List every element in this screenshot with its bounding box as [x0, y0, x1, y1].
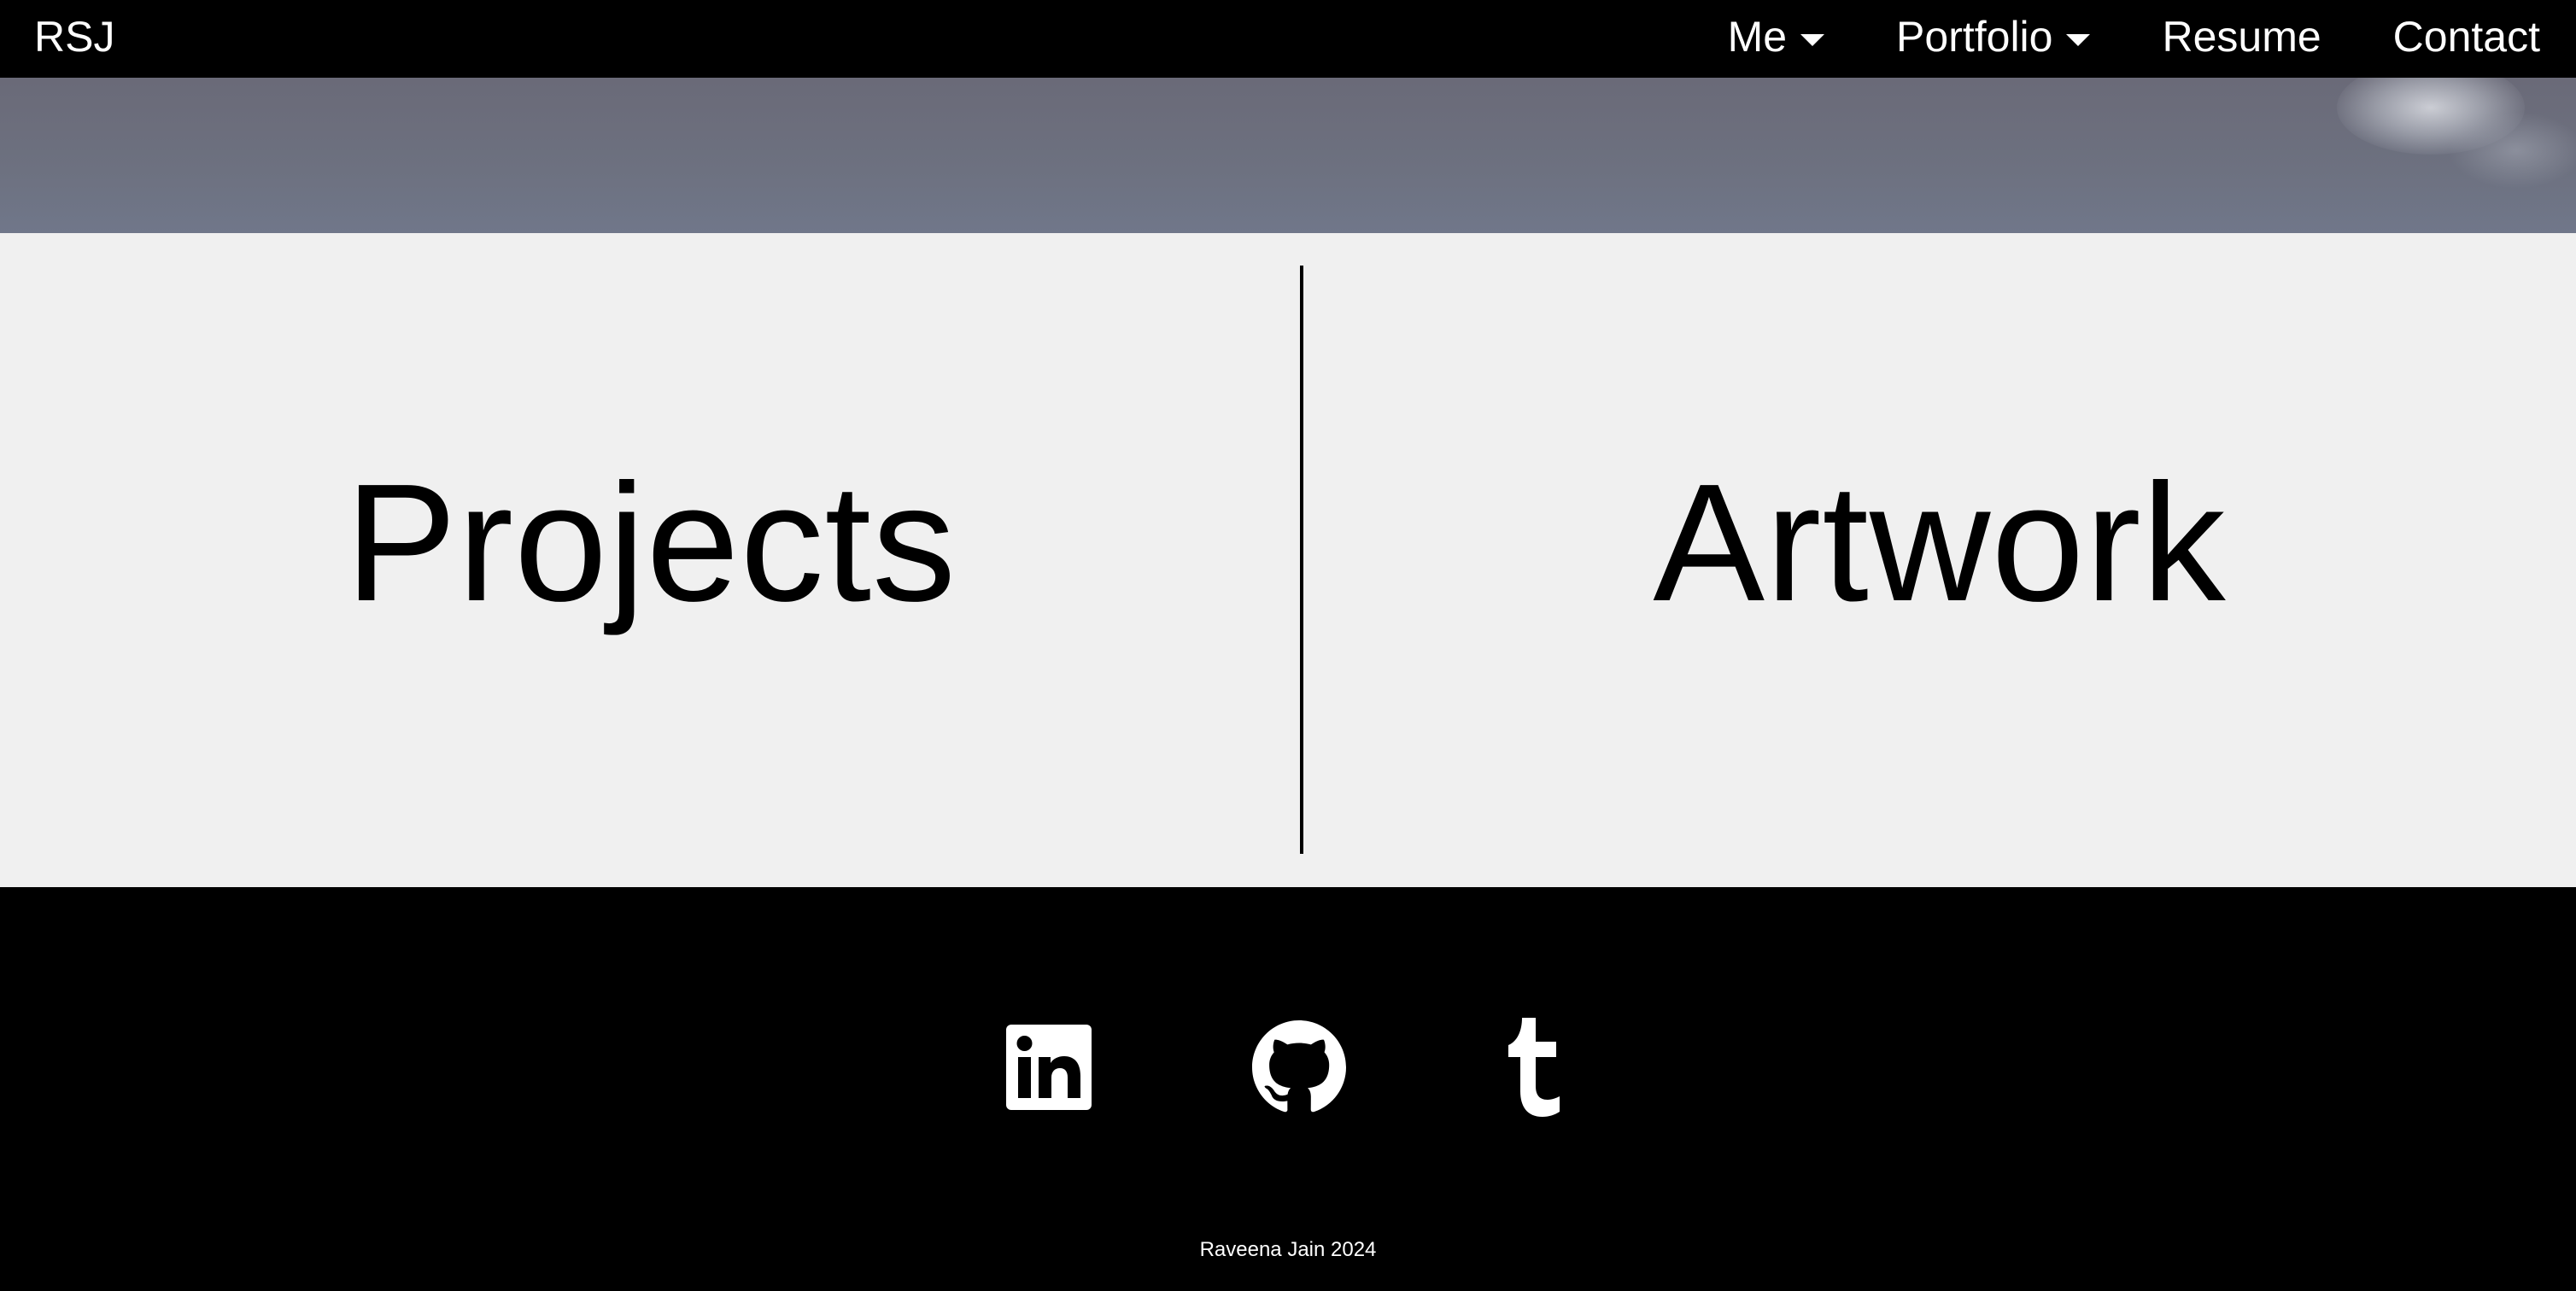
top-navbar: RSJ Me Portfolio Resume Contact: [0, 0, 2576, 78]
projects-label: Projects: [344, 449, 957, 636]
hero-banner-image: [0, 78, 2576, 233]
github-link[interactable]: [1252, 1016, 1346, 1119]
nav-item-resume[interactable]: Resume: [2162, 7, 2321, 67]
nav-links: Me Portfolio Resume Contact: [1728, 7, 2540, 67]
brand-logo-link[interactable]: RSJ: [34, 7, 114, 67]
nav-item-portfolio-label: Portfolio: [1896, 13, 2053, 61]
nav-item-contact-label: Contact: [2392, 13, 2540, 61]
chevron-down-icon: [2066, 34, 2091, 46]
artwork-label: Artwork: [1653, 449, 2227, 636]
footer: Raveena Jain 2024: [0, 887, 2576, 1291]
nav-item-resume-label: Resume: [2162, 13, 2321, 61]
nav-item-me-label: Me: [1727, 13, 1788, 61]
github-icon: [1252, 1020, 1346, 1113]
nav-item-me[interactable]: Me: [1727, 7, 1825, 67]
tumblr-link[interactable]: [1503, 1016, 1563, 1119]
artwork-link[interactable]: Artwork: [1303, 233, 2576, 887]
tumblr-icon: [1508, 1018, 1560, 1117]
copyright-text: Raveena Jain 2024: [1199, 1238, 1377, 1261]
projects-link[interactable]: Projects: [0, 233, 1302, 887]
chevron-down-icon: [1800, 34, 1825, 46]
portfolio-split-section: Projects Artwork: [0, 233, 2576, 887]
linkedin-icon: [1006, 1025, 1092, 1110]
nav-item-portfolio[interactable]: Portfolio: [1896, 7, 2091, 67]
nav-item-contact[interactable]: Contact: [2393, 7, 2540, 67]
social-links: [0, 1016, 2576, 1119]
cloud-decoration: [2448, 112, 2576, 189]
linkedin-link[interactable]: [1006, 1016, 1092, 1119]
